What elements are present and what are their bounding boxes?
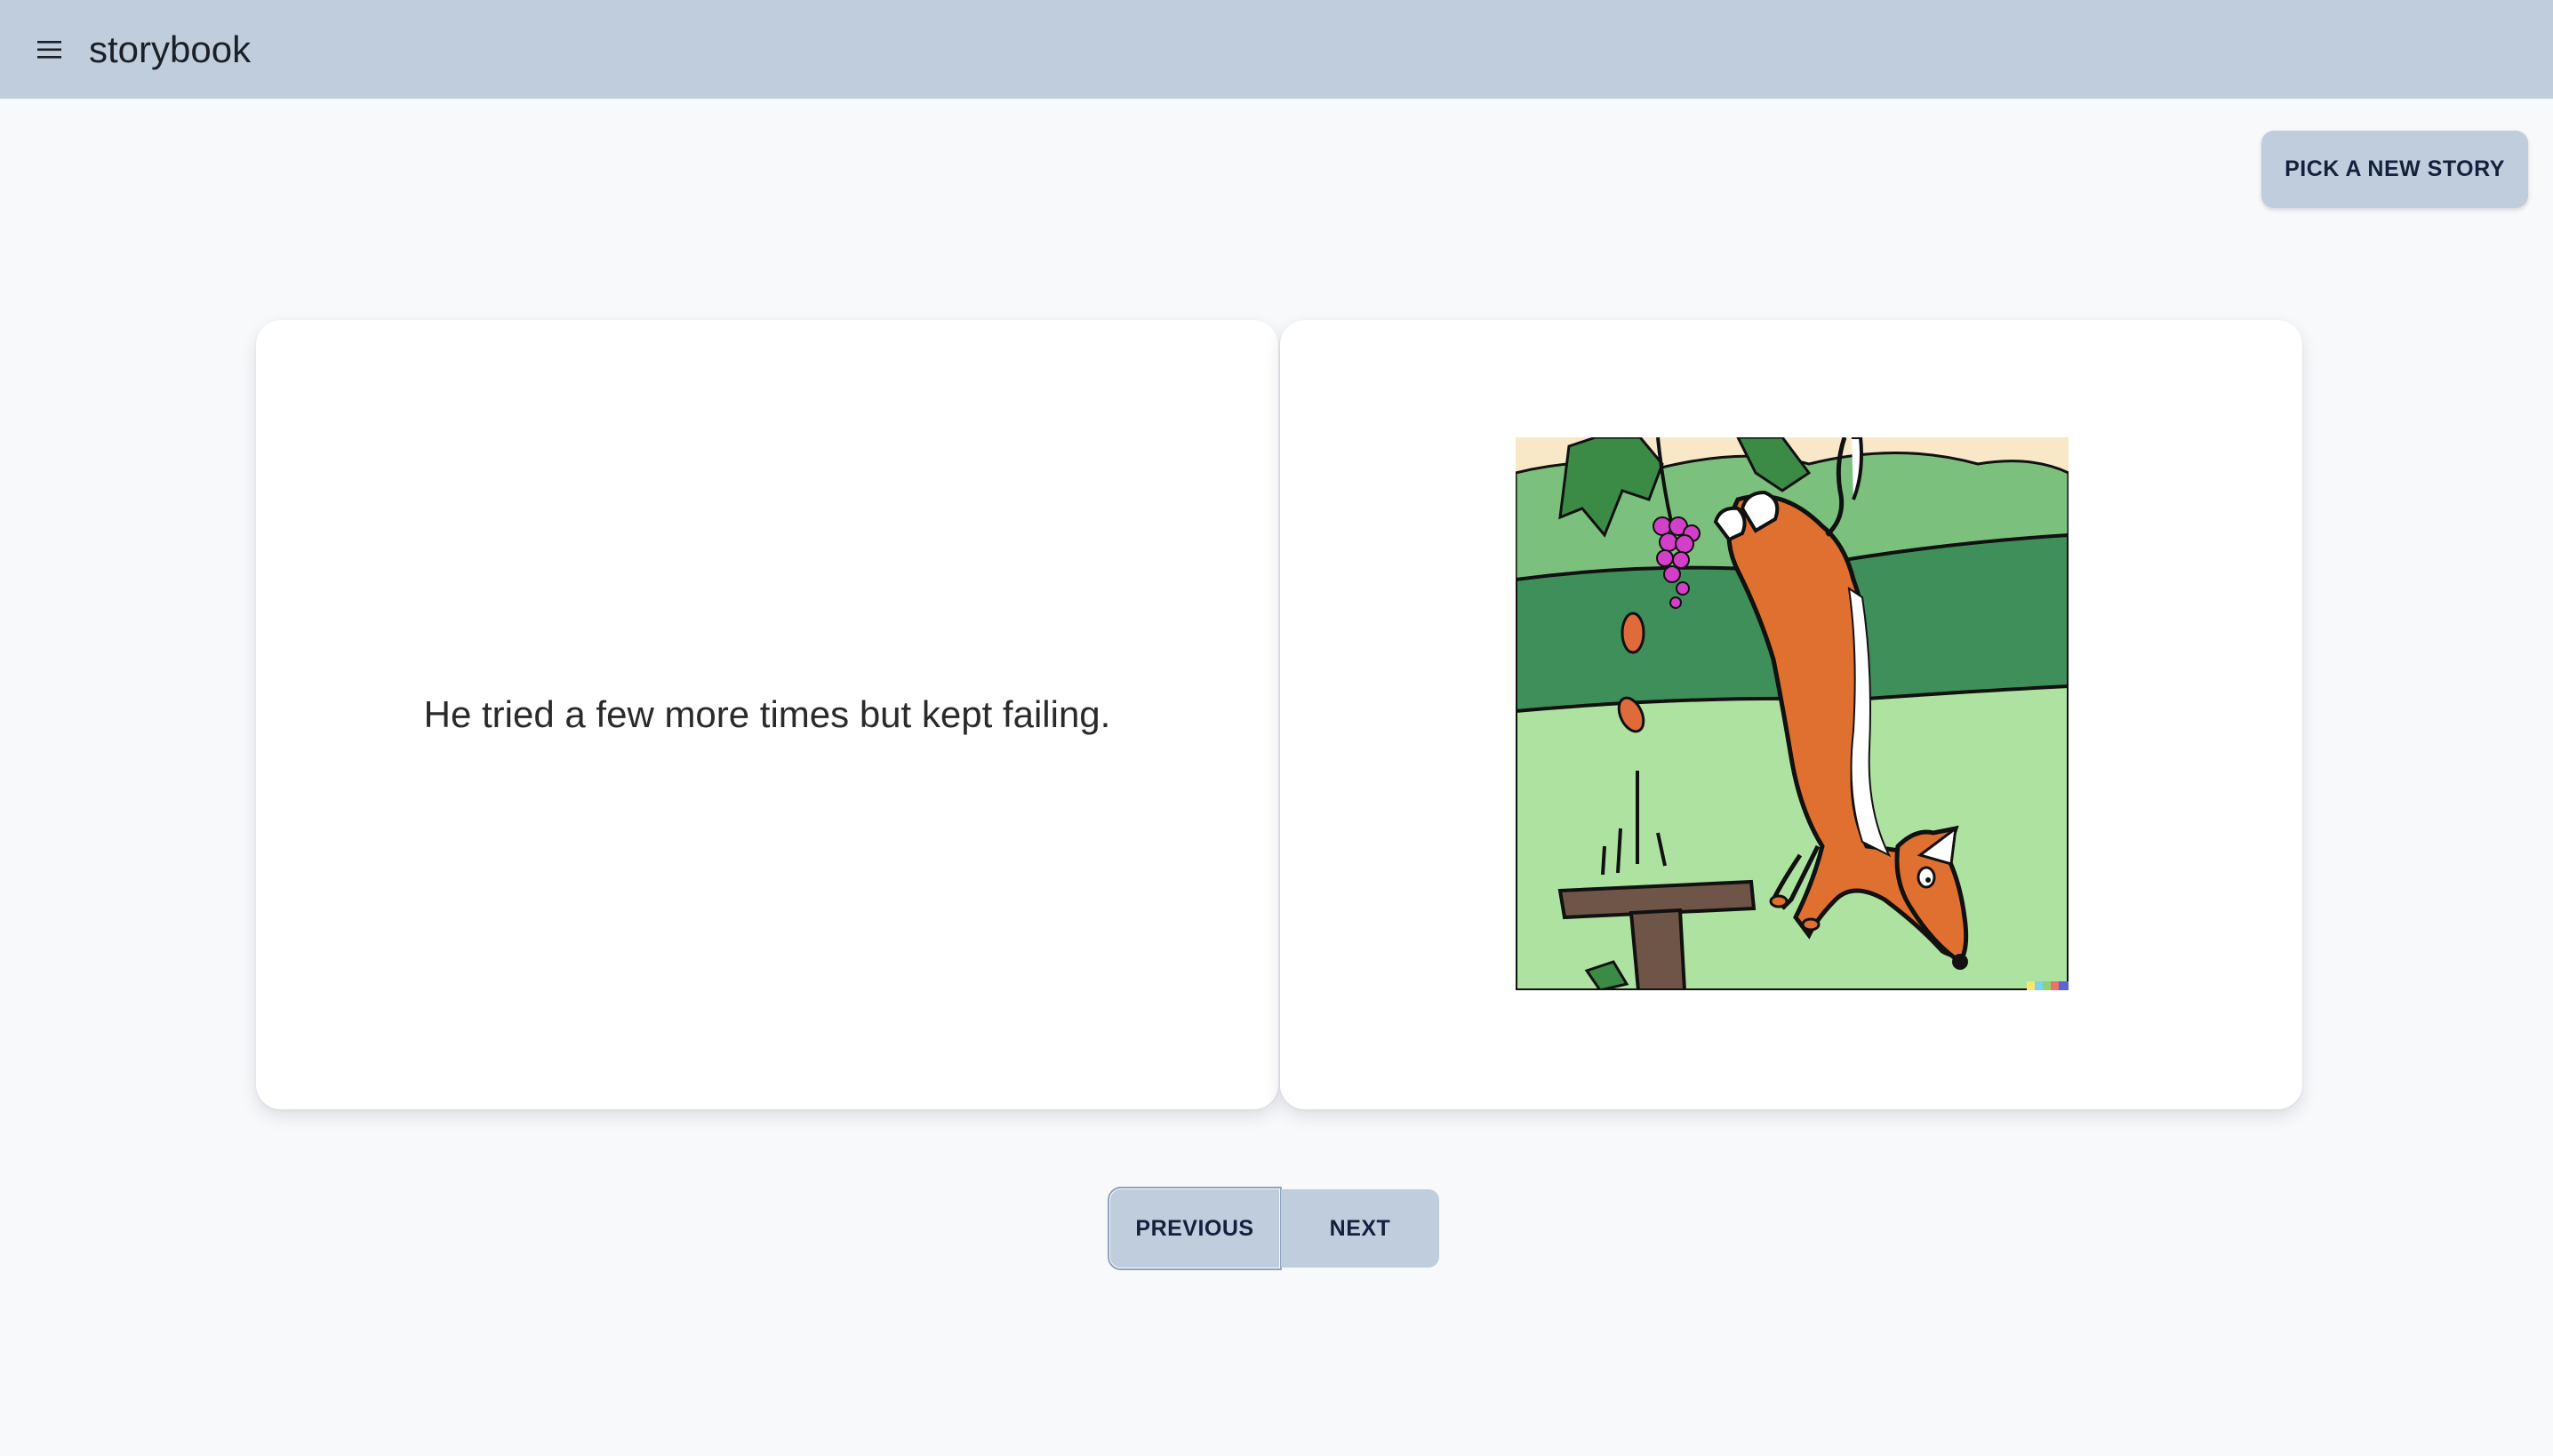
- page-navigation: PREVIOUS NEXT: [1108, 1187, 1439, 1270]
- story-text-card: He tried a few more times but kept faili…: [256, 320, 1278, 1109]
- app-header: storybook: [0, 0, 2553, 99]
- hamburger-menu-icon[interactable]: [23, 23, 76, 76]
- story-page-text: He tried a few more times but kept faili…: [423, 693, 1111, 735]
- app-title: storybook: [89, 28, 252, 70]
- pick-new-story-button[interactable]: PICK A NEW STORY: [2261, 131, 2528, 208]
- story-illustration: [1516, 437, 2069, 990]
- previous-button[interactable]: PREVIOUS: [1108, 1187, 1282, 1270]
- next-button[interactable]: NEXT: [1281, 1189, 1439, 1268]
- story-image-card: [1280, 320, 2302, 1109]
